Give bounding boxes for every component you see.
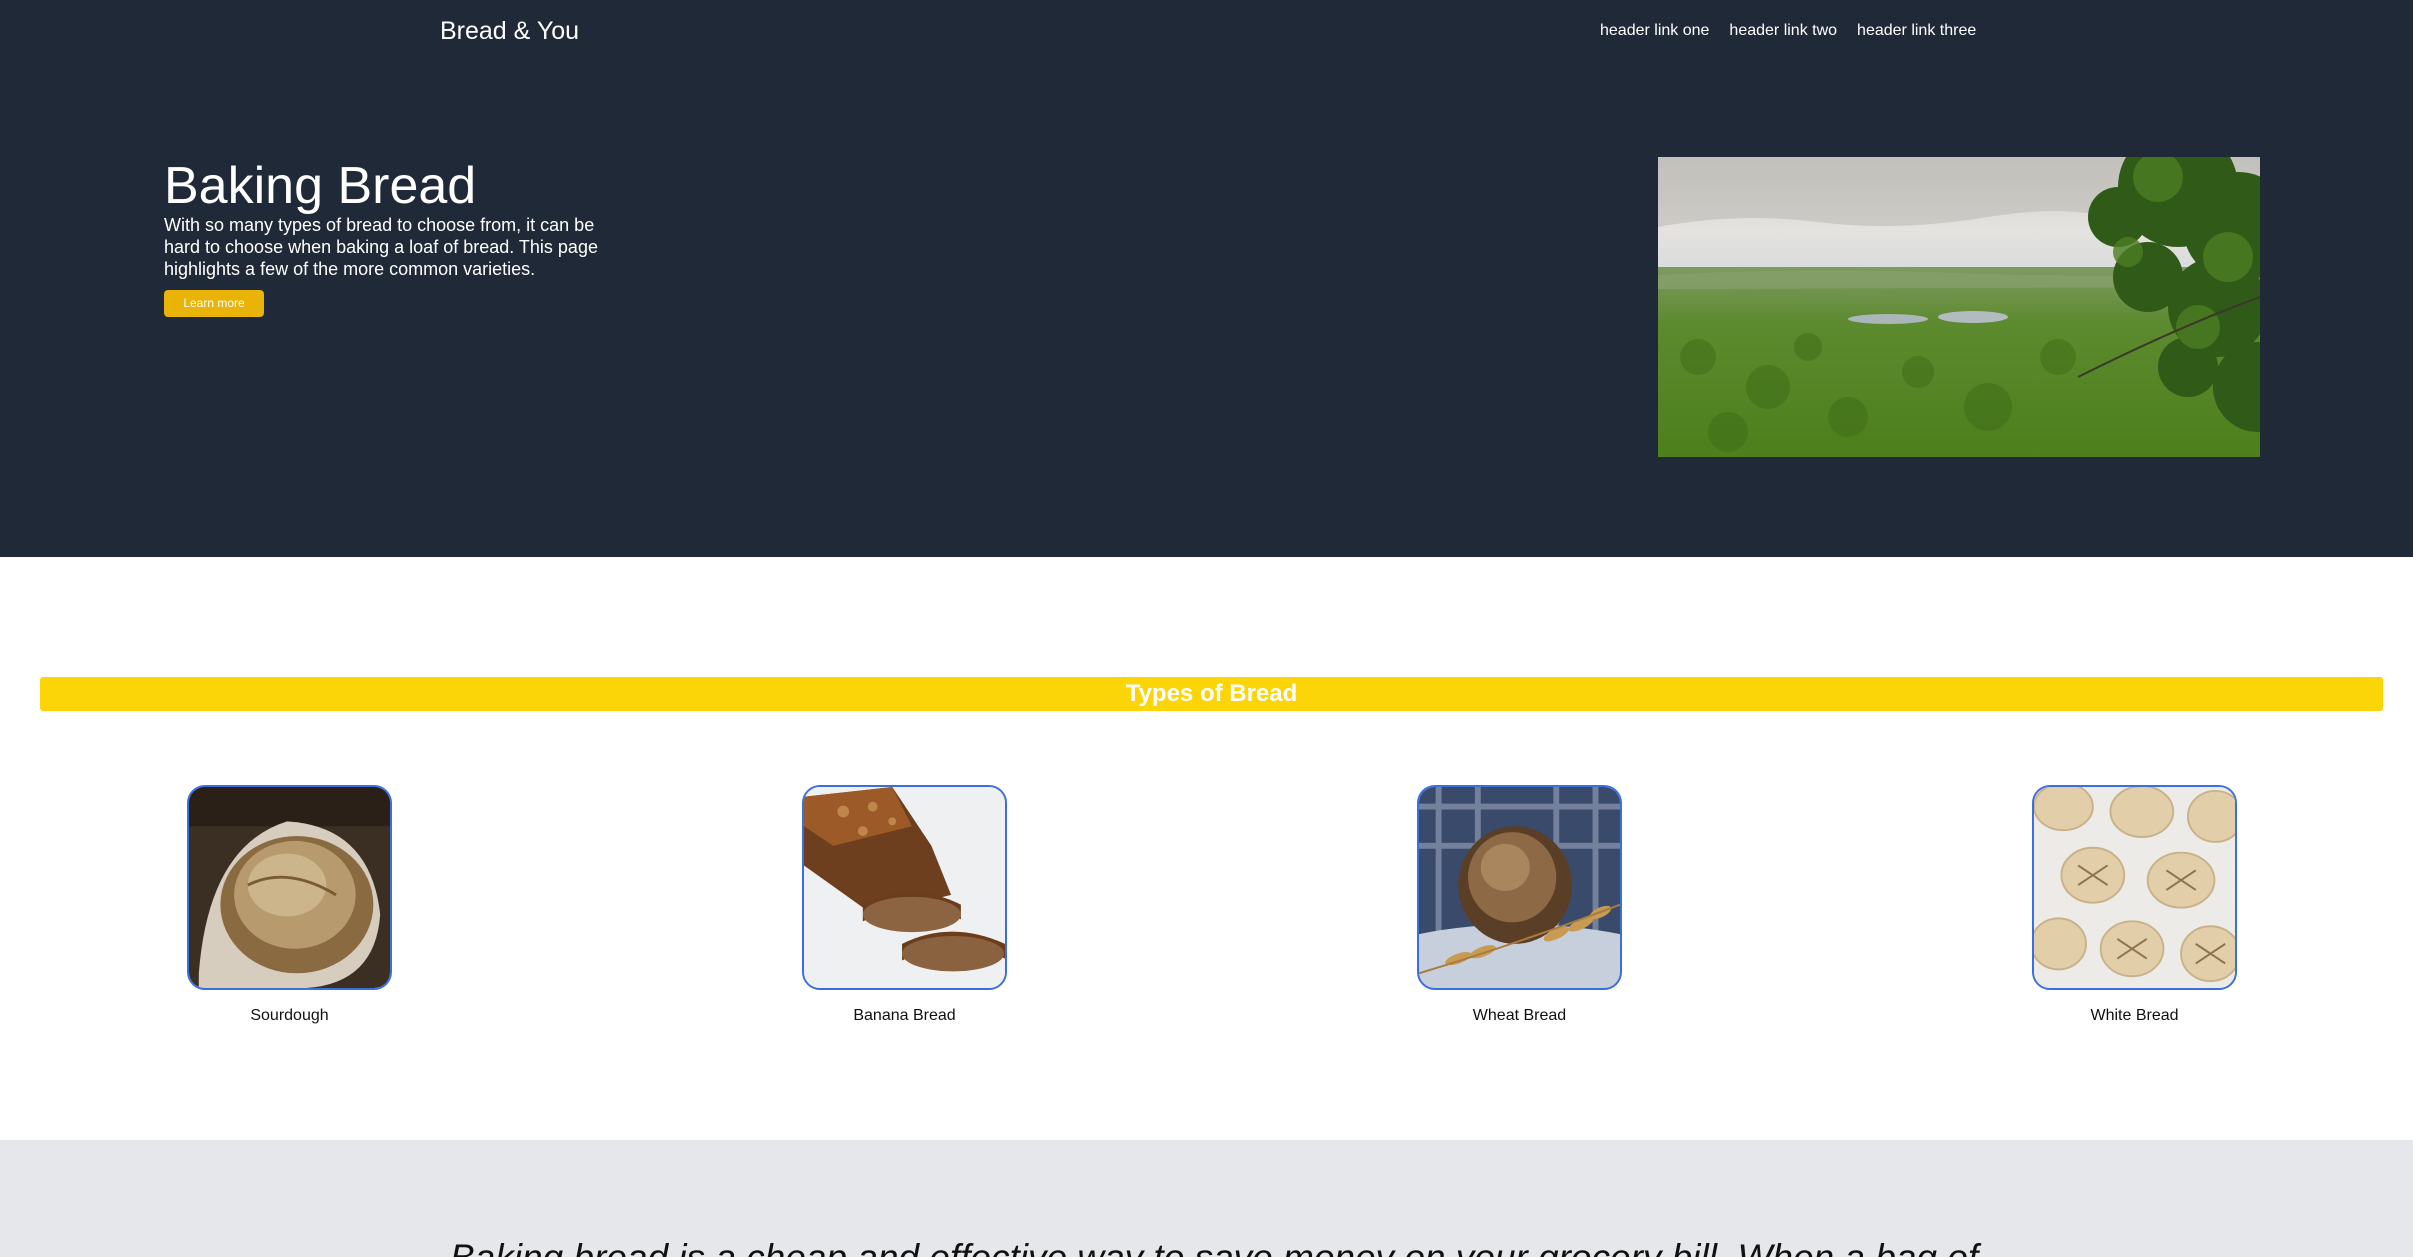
white-bread-image[interactable] [2032,785,2237,990]
sourdough-image[interactable] [187,785,392,990]
quote-text: Baking bread is a cheap and effective wa… [450,1236,1978,1257]
hero-landscape-image [1658,157,2260,457]
page: Bread & You header link one header link … [0,0,2413,1257]
bread-label-banana: Banana Bread [853,1007,956,1024]
types-section-header: Types of Bread [40,677,2383,711]
bread-label-wheat: Wheat Bread [1472,1007,1567,1024]
bread-card-sourdough: Sourdough [187,785,392,1026]
bread-card-wheat: Wheat Bread [1417,785,1622,1026]
types-section-title: Types of Bread [1125,680,1298,707]
banana-bread-image[interactable] [802,785,1007,990]
brand-logo-text[interactable]: Bread & You [440,14,579,48]
hero-description: With so many types of bread to choose fr… [164,215,598,279]
bread-label-white: White Bread [2090,1007,2179,1024]
header-link-three[interactable]: header link three [1857,19,1976,43]
hero-section: Bread & You header link one header link … [0,0,2413,557]
wheat-bread-image[interactable] [1417,785,1622,990]
bread-card-banana: Banana Bread [802,785,1007,1026]
quote-section: Baking bread is a cheap and effective wa… [0,1140,2413,1257]
learn-more-button[interactable]: Learn more [164,290,264,317]
hero-title: Baking Bread [164,157,477,215]
header-link-one[interactable]: header link one [1600,19,1709,43]
header-link-two[interactable]: header link two [1729,19,1837,43]
bread-label-sourdough: Sourdough [250,1007,329,1024]
bread-card-white: White Bread [2032,785,2237,1026]
header-nav: header link one header link two header l… [1600,19,1976,43]
